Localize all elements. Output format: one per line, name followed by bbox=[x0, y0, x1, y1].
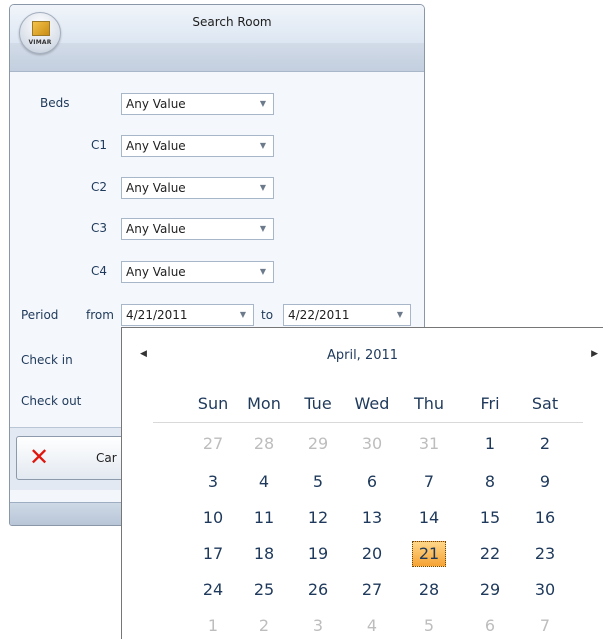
check-out-label: Check out bbox=[21, 394, 82, 408]
calendar-day[interactable]: 4 bbox=[355, 613, 389, 639]
calendar-popup: ◀ April, 2011 ▶ Sun Mon Tue Wed Thu Fri Sat 27 2… bbox=[121, 327, 603, 639]
calendar-day[interactable]: 22 bbox=[473, 541, 507, 567]
beds-value: Any Value bbox=[126, 97, 186, 111]
c4-dropdown[interactable]: Any Value ▼ bbox=[121, 261, 274, 283]
calendar-day[interactable]: 5 bbox=[412, 613, 446, 639]
c1-dropdown[interactable]: Any Value ▼ bbox=[121, 135, 274, 157]
c3-dropdown[interactable]: Any Value ▼ bbox=[121, 218, 274, 240]
calendar-day[interactable]: 7 bbox=[528, 613, 562, 639]
calendar-day[interactable]: 3 bbox=[301, 613, 335, 639]
calendar-month-label[interactable]: April, 2011 bbox=[122, 348, 603, 363]
weekday-label: Mon bbox=[247, 394, 281, 413]
calendar-day[interactable]: 16 bbox=[528, 505, 562, 531]
calendar-day[interactable]: 25 bbox=[247, 577, 281, 603]
calendar-day[interactable]: 18 bbox=[247, 541, 281, 567]
from-date-value: 4/21/2011 bbox=[126, 308, 188, 322]
chevron-down-icon: ▼ bbox=[259, 224, 266, 233]
c3-label: C3 bbox=[91, 221, 108, 235]
cancel-button-label: Car bbox=[96, 451, 117, 465]
to-date-value: 4/22/2011 bbox=[288, 308, 350, 322]
calendar-day[interactable]: 5 bbox=[301, 469, 335, 495]
triangle-right-icon[interactable]: ▶ bbox=[591, 349, 598, 359]
calendar-day[interactable]: 28 bbox=[412, 577, 446, 603]
chevron-down-icon: ▼ bbox=[259, 99, 266, 108]
from-date-picker[interactable]: 4/21/2011 ▼ bbox=[121, 304, 254, 326]
calendar-day[interactable]: 8 bbox=[473, 469, 507, 495]
calendar-day[interactable]: 26 bbox=[301, 577, 335, 603]
calendar-day[interactable]: 10 bbox=[196, 505, 230, 531]
calendar-day[interactable]: 19 bbox=[301, 541, 335, 567]
calendar-day[interactable]: 24 bbox=[196, 577, 230, 603]
c1-value: Any Value bbox=[126, 139, 186, 153]
calendar-day[interactable]: 1 bbox=[196, 613, 230, 639]
calendar-day[interactable]: 4 bbox=[247, 469, 281, 495]
calendar-day[interactable]: 27 bbox=[196, 431, 230, 457]
red-x-icon: ✕ bbox=[29, 443, 50, 471]
c3-value: Any Value bbox=[126, 222, 186, 236]
weekday-label: Tue bbox=[304, 394, 332, 413]
from-label: from bbox=[86, 308, 114, 322]
weekday-label: Thu bbox=[413, 394, 445, 413]
chevron-down-icon: ▼ bbox=[259, 267, 266, 276]
calendar-day[interactable]: 1 bbox=[473, 431, 507, 457]
period-label: Period bbox=[21, 308, 59, 322]
calendar-day[interactable]: 2 bbox=[528, 431, 562, 457]
chevron-down-icon: ▼ bbox=[239, 310, 246, 319]
calendar-day[interactable]: 2 bbox=[247, 613, 281, 639]
c2-label: C2 bbox=[91, 180, 108, 194]
c4-label: C4 bbox=[91, 264, 108, 278]
beds-dropdown[interactable]: Any Value ▼ bbox=[121, 93, 274, 115]
calendar-day[interactable]: 6 bbox=[355, 469, 389, 495]
calendar-day[interactable]: 15 bbox=[473, 505, 507, 531]
beds-label: Beds bbox=[40, 96, 70, 110]
c2-dropdown[interactable]: Any Value ▼ bbox=[121, 177, 274, 199]
calendar-divider bbox=[153, 422, 583, 423]
logo-text: VIMAR bbox=[28, 39, 52, 46]
vimar-logo-icon bbox=[32, 21, 50, 36]
window-title: Search Room bbox=[192, 15, 272, 29]
ribbon-strip bbox=[10, 43, 424, 72]
calendar-day[interactable]: 11 bbox=[247, 505, 281, 531]
weekday-label: Wed bbox=[354, 394, 390, 413]
calendar-day[interactable]: 13 bbox=[355, 505, 389, 531]
app-menu-button[interactable]: VIMAR bbox=[19, 12, 61, 54]
calendar-day[interactable]: 29 bbox=[301, 431, 335, 457]
calendar-day[interactable]: 28 bbox=[247, 431, 281, 457]
to-label: to bbox=[261, 308, 274, 322]
calendar-day[interactable]: 6 bbox=[473, 613, 507, 639]
check-in-label: Check in bbox=[21, 353, 73, 367]
calendar-day[interactable]: 9 bbox=[528, 469, 562, 495]
to-date-picker[interactable]: 4/22/2011 ▼ bbox=[283, 304, 411, 326]
calendar-day[interactable]: 30 bbox=[355, 431, 389, 457]
calendar-day[interactable]: 23 bbox=[528, 541, 562, 567]
calendar-day[interactable]: 29 bbox=[473, 577, 507, 603]
c2-value: Any Value bbox=[126, 181, 186, 195]
calendar-day[interactable]: 20 bbox=[355, 541, 389, 567]
weekday-label: Sun bbox=[197, 394, 229, 413]
calendar-day[interactable]: 17 bbox=[196, 541, 230, 567]
calendar-day[interactable]: 31 bbox=[412, 431, 446, 457]
chevron-down-icon: ▼ bbox=[259, 183, 266, 192]
title-bar: Search Room bbox=[10, 5, 424, 43]
calendar-day[interactable]: 7 bbox=[412, 469, 446, 495]
chevron-down-icon: ▼ bbox=[396, 310, 403, 319]
weekday-label: Fri bbox=[480, 394, 500, 413]
c4-value: Any Value bbox=[126, 265, 186, 279]
calendar-day[interactable]: 21 bbox=[412, 541, 446, 567]
chevron-down-icon: ▼ bbox=[259, 141, 266, 150]
calendar-day[interactable]: 12 bbox=[301, 505, 335, 531]
calendar-day[interactable]: 27 bbox=[355, 577, 389, 603]
calendar-day[interactable]: 3 bbox=[196, 469, 230, 495]
c1-label: C1 bbox=[91, 138, 108, 152]
calendar-day[interactable]: 14 bbox=[412, 505, 446, 531]
weekday-label: Sat bbox=[531, 394, 559, 413]
calendar-day[interactable]: 30 bbox=[528, 577, 562, 603]
